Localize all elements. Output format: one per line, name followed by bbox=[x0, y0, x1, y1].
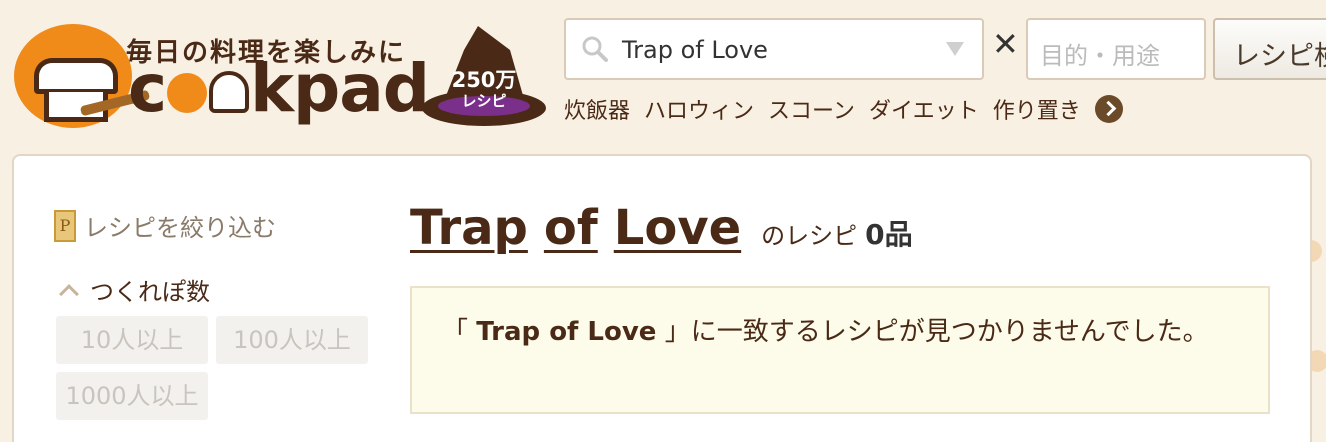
chevron-right-icon[interactable] bbox=[1094, 95, 1123, 123]
ghost-icon bbox=[209, 71, 250, 113]
result-count: 0品 bbox=[865, 218, 913, 251]
filter-1000-plus-button[interactable]: 1000人以上 bbox=[56, 372, 208, 420]
keyword-link[interactable]: ハロウィン bbox=[644, 93, 754, 125]
filter-heading: P レシピを絞り込む bbox=[54, 208, 276, 243]
pumpkin-icon bbox=[167, 73, 208, 113]
tsukurepo-label: つくれぽ数 bbox=[90, 278, 210, 306]
query-word-link[interactable]: Love bbox=[614, 200, 741, 256]
main-panel: P レシピを絞り込む つくれぽ数 10人以上 100人以上 1000人以上 Tr… bbox=[12, 154, 1312, 442]
notice-query: Trap of Love bbox=[476, 317, 657, 347]
header: 毎日の料理を楽しみに c kpad 250万 レシピ Trap of Love ✕… bbox=[0, 0, 1326, 150]
chef-logo-icon bbox=[14, 24, 132, 128]
dropdown-icon[interactable] bbox=[946, 42, 964, 56]
query-word-link[interactable]: Trap bbox=[410, 200, 528, 256]
purpose-input[interactable]: 目的・用途 bbox=[1026, 18, 1206, 80]
filter-100-plus-button[interactable]: 100人以上 bbox=[216, 316, 368, 364]
search-icon bbox=[582, 36, 608, 62]
keyword-link[interactable]: 作り置き bbox=[993, 93, 1081, 125]
results-title: Trap of Love のレシピ 0品 bbox=[410, 200, 913, 256]
keyword-link[interactable]: 炊飯器 bbox=[564, 93, 630, 125]
search-input[interactable]: Trap of Love bbox=[564, 18, 984, 80]
recipe-count-unit: レシピ bbox=[461, 92, 507, 110]
premium-icon: P bbox=[54, 209, 76, 242]
query-word-link[interactable]: of bbox=[544, 200, 598, 256]
tsukurepo-filter-toggle[interactable]: つくれぽ数 bbox=[58, 272, 210, 307]
cookpad-logo[interactable]: 毎日の料理を楽しみに c kpad 250万 レシピ bbox=[10, 14, 550, 134]
witch-hat-badge: 250万 レシピ bbox=[418, 20, 550, 132]
keyword-link[interactable]: スコーン bbox=[768, 93, 855, 125]
keyword-link[interactable]: ダイエット bbox=[869, 93, 979, 125]
filter-10-plus-button[interactable]: 10人以上 bbox=[56, 316, 208, 364]
filter-label: レシピを絞り込む bbox=[84, 214, 276, 242]
title-suffix: のレシピ bbox=[761, 222, 858, 250]
logo-wordmark: c kpad bbox=[128, 50, 430, 127]
popular-keywords: 炊飯器 ハロウィン スコーン ダイエット 作り置き bbox=[564, 94, 1123, 124]
recipe-search-button[interactable]: レシピ検索 bbox=[1213, 18, 1326, 80]
no-results-notice: 「 Trap of Love 」に一致するレシピが見つかりませんでした。 bbox=[410, 286, 1270, 414]
clear-icon[interactable]: ✕ bbox=[992, 28, 1019, 60]
chevron-up-icon bbox=[59, 283, 79, 304]
search-value: Trap of Love bbox=[622, 36, 768, 64]
